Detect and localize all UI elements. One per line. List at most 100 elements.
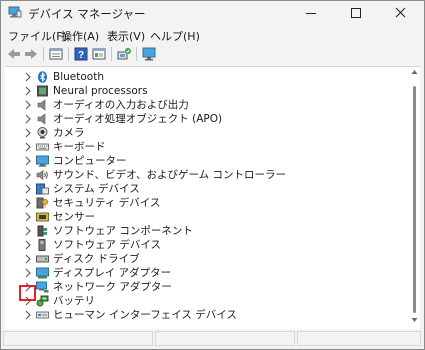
tree-item-label: ディスク ドライブ: [53, 253, 140, 265]
tree-item-security-devices[interactable]: セキュリティ デバイス: [5, 196, 403, 210]
display-adapter-icon: [36, 267, 49, 279]
speaker-icon: [37, 113, 46, 125]
status-bar: [1, 329, 424, 349]
tree-item-keyboard[interactable]: キーボード: [5, 140, 403, 154]
tree-item-label: Neural processors: [53, 85, 148, 97]
tree-item-label: ソフトウェア コンポーネント: [53, 225, 193, 237]
status-cell: [155, 331, 295, 346]
svg-text:?: ?: [78, 50, 84, 61]
software-component-icon: [37, 225, 47, 237]
tree-item-neural-processors[interactable]: Neural processors: [5, 84, 403, 98]
tree-item-sensors[interactable]: センサー: [5, 210, 403, 224]
back-arrow-icon[interactable]: [6, 46, 22, 62]
chevron-right-icon[interactable]: [22, 113, 34, 125]
title-bar[interactable]: デバイス マネージャー: [1, 1, 424, 25]
forward-arrow-icon[interactable]: [23, 46, 39, 62]
device-manager-window: デバイス マネージャー ファイル(F) 操作(A) 表示(V) ヘルプ(H) ?…: [0, 0, 425, 350]
details-icon[interactable]: [91, 46, 107, 62]
software-device-icon: [38, 239, 46, 251]
sensor-icon: [36, 212, 49, 222]
chevron-right-icon[interactable]: [22, 183, 34, 195]
tree-item-label: セキュリティ デバイス: [53, 197, 161, 209]
chevron-right-icon[interactable]: [22, 85, 34, 97]
maximize-button[interactable]: [333, 1, 378, 25]
speaker-icon: [37, 99, 46, 111]
scroll-up-arrow-icon[interactable]: [411, 69, 418, 75]
tree-item-label: オーディオの入力および出力: [53, 99, 189, 111]
tree-item-label: ヒューマン インターフェイス デバイス: [53, 309, 237, 321]
chevron-right-icon[interactable]: [22, 197, 34, 209]
tree-item-hid[interactable]: ヒューマン インターフェイス デバイス: [5, 308, 403, 322]
network-adapter-highlight-box: [19, 285, 36, 301]
tree-item-network-adapters[interactable]: ネットワーク アダプター: [5, 280, 403, 294]
tree-item-audio-io[interactable]: オーディオの入力および出力: [5, 98, 403, 112]
tree-item-batteries[interactable]: バッテリ: [5, 294, 403, 308]
vertical-scrollbar[interactable]: [409, 67, 420, 329]
disk-drive-icon: [36, 255, 49, 263]
tree-item-software-components[interactable]: ソフトウェア コンポーネント: [5, 224, 403, 238]
scan-hardware-icon[interactable]: [116, 46, 132, 62]
chevron-right-icon[interactable]: [22, 127, 34, 139]
camera-icon: [37, 127, 48, 139]
tree-item-label: バッテリ: [53, 295, 95, 307]
device-tree[interactable]: Bluetooth Neural processors オーディオの入力および出…: [5, 66, 420, 329]
tree-item-label: サウンド、ビデオ、およびゲーム コントローラー: [53, 169, 286, 181]
tree-item-label: センサー: [53, 211, 95, 223]
tree-item-system-devices[interactable]: システム デバイス: [5, 182, 403, 196]
tree-item-label: キーボード: [53, 141, 106, 153]
scroll-down-arrow-icon[interactable]: [411, 317, 418, 323]
chevron-right-icon[interactable]: [22, 253, 34, 265]
chevron-right-icon[interactable]: [22, 309, 34, 321]
computer-icon: [36, 155, 49, 167]
properties-icon[interactable]: [48, 46, 64, 62]
help-icon[interactable]: ?: [73, 46, 89, 62]
sound-icon: [36, 169, 48, 181]
tree-item-camera[interactable]: カメラ: [5, 126, 403, 140]
monitor-icon[interactable]: [141, 46, 157, 62]
tree-item-label: コンピューター: [53, 155, 127, 167]
tree-item-label: ネットワーク アダプター: [53, 281, 172, 293]
toolbar-separator: [136, 47, 137, 61]
tree-item-audio-apo[interactable]: オーディオ処理オブジェクト (APO): [5, 112, 403, 126]
tree-item-sound-video-game[interactable]: サウンド、ビデオ、およびゲーム コントローラー: [5, 168, 403, 182]
chevron-right-icon[interactable]: [22, 225, 34, 237]
menu-bar: ファイル(F) 操作(A) 表示(V) ヘルプ(H): [1, 25, 424, 44]
system-device-icon: [36, 183, 49, 195]
menu-help[interactable]: ヘルプ(H): [150, 28, 200, 44]
menu-file[interactable]: ファイル(F): [8, 28, 67, 44]
tree-item-disk-drives[interactable]: ディスク ドライブ: [5, 252, 403, 266]
tree-item-label: カメラ: [53, 127, 85, 139]
chevron-right-icon[interactable]: [22, 211, 34, 223]
close-button[interactable]: [378, 1, 423, 25]
tree-item-label: システム デバイス: [53, 183, 140, 195]
status-cell: [3, 331, 153, 346]
toolbar-separator: [43, 47, 44, 61]
menu-view[interactable]: 表示(V): [107, 28, 145, 44]
chevron-right-icon[interactable]: [22, 99, 34, 111]
minimize-button[interactable]: [288, 1, 333, 25]
network-adapter-icon: [36, 281, 49, 293]
toolbar-separator: [68, 47, 69, 61]
tree-item-label: オーディオ処理オブジェクト (APO): [53, 113, 223, 125]
scroll-thumb[interactable]: [413, 86, 416, 313]
maximize-icon: [351, 8, 361, 18]
tree-item-computer[interactable]: コンピューター: [5, 154, 403, 168]
menu-action[interactable]: 操作(A): [61, 28, 99, 44]
tree-item-bluetooth[interactable]: Bluetooth: [5, 70, 403, 84]
bluetooth-icon: [38, 71, 47, 83]
chevron-right-icon[interactable]: [22, 267, 34, 279]
tree-item-label: Bluetooth: [53, 71, 104, 83]
tree-item-display-adapters[interactable]: ディスプレイ アダプター: [5, 266, 403, 280]
tree-item-label: ディスプレイ アダプター: [53, 267, 172, 279]
status-cell: [297, 331, 421, 346]
chevron-right-icon[interactable]: [22, 71, 34, 83]
chevron-right-icon[interactable]: [22, 239, 34, 251]
chevron-right-icon[interactable]: [22, 141, 34, 153]
tree-item-software-devices[interactable]: ソフトウェア デバイス: [5, 238, 403, 252]
chip-icon: [37, 85, 48, 97]
keyboard-icon: [36, 143, 49, 151]
chevron-right-icon[interactable]: [22, 169, 34, 181]
security-key-icon: [36, 197, 48, 209]
close-icon: [395, 7, 406, 18]
chevron-right-icon[interactable]: [22, 155, 34, 167]
